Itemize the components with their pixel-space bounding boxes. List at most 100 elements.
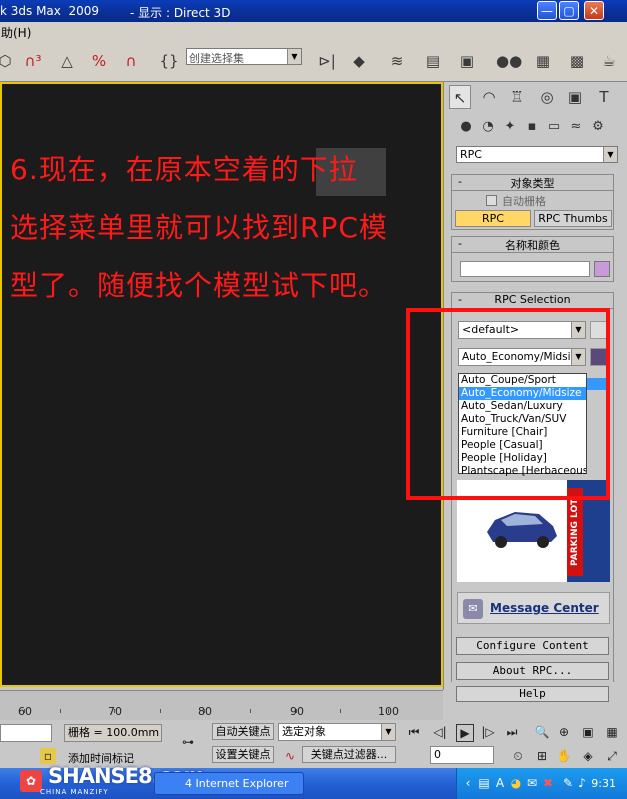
- prev-frame-icon[interactable]: ◁|: [432, 724, 448, 740]
- car-icon: [487, 512, 557, 548]
- pan-hand-icon[interactable]: ✋: [556, 748, 572, 764]
- render-setup-icon[interactable]: ▦: [532, 50, 554, 72]
- system-tray: ‹ ▤ A ◕ ✉ ✖ ✎ ♪ 9:31: [456, 768, 627, 799]
- message-center-label: Message Center: [490, 601, 599, 615]
- helpers-icon[interactable]: ▭: [544, 116, 564, 138]
- utilities-tab-icon[interactable]: T: [593, 85, 615, 109]
- zoom-extents-icon[interactable]: ▣: [580, 724, 596, 740]
- tray-volume-icon[interactable]: ♪: [575, 776, 589, 790]
- create-tab-icon[interactable]: ↖: [449, 85, 471, 109]
- configure-content-button[interactable]: Configure Content: [456, 637, 609, 655]
- auto-grid-label: 自动栅格: [502, 195, 546, 208]
- angle-snap-icon[interactable]: △: [56, 50, 78, 72]
- maximize-viewport-icon[interactable]: ⤢: [604, 748, 620, 764]
- mirror-icon[interactable]: ⊳|: [316, 50, 338, 72]
- named-selection-icon[interactable]: {}: [158, 50, 180, 72]
- timeline-label: 60: [18, 705, 32, 718]
- selection-set-placeholder: 创建选择集: [189, 52, 244, 65]
- layers-icon[interactable]: ≋: [386, 50, 408, 72]
- curve-editor-icon[interactable]: ▤: [422, 50, 444, 72]
- rpc-selection-header[interactable]: - RPC Selection: [452, 293, 613, 309]
- tray-antivirus-icon[interactable]: ✖: [541, 776, 555, 790]
- tray-network-icon[interactable]: ▤: [477, 776, 491, 790]
- close-button[interactable]: ✕: [584, 1, 604, 20]
- message-center-icon: ✉: [463, 599, 483, 619]
- taskbar-ie-button[interactable]: 4 Internet Explorer: [154, 772, 304, 795]
- selected-object-value: 选定对象: [282, 725, 326, 738]
- schematic-icon[interactable]: ▣: [456, 50, 478, 72]
- selection-set-dropdown[interactable]: 创建选择集 ▼: [186, 48, 302, 65]
- render-frame-icon[interactable]: ▩: [566, 50, 588, 72]
- restore-button[interactable]: ▢: [559, 1, 579, 20]
- select-icon[interactable]: ⬡: [0, 50, 16, 72]
- set-key-curve-icon[interactable]: ∿: [282, 748, 298, 764]
- spacewarps-icon[interactable]: ≈: [566, 116, 586, 138]
- display-tab-icon[interactable]: ▣: [564, 85, 586, 109]
- tutorial-line-3: 型了。随便找个模型试下吧。: [10, 269, 388, 302]
- play-icon[interactable]: ▶: [456, 724, 474, 742]
- prompt-field[interactable]: [0, 724, 52, 742]
- set-key-button[interactable]: 设置关键点: [212, 746, 274, 763]
- rpc-button[interactable]: RPC: [455, 210, 531, 227]
- object-type-header[interactable]: - 对象类型: [452, 175, 613, 191]
- auto-key-button[interactable]: 自动关键点: [212, 723, 274, 740]
- time-config-icon[interactable]: ⏲: [510, 748, 526, 764]
- orbit-icon[interactable]: ◈: [580, 748, 596, 764]
- selected-object-dropdown[interactable]: 选定对象 ▼: [278, 723, 396, 741]
- about-rpc-button[interactable]: About RPC...: [456, 662, 609, 680]
- timeline-ruler[interactable]: 60 70 80 90 100: [0, 690, 443, 723]
- zoom-extents-all-icon[interactable]: ▦: [604, 724, 620, 740]
- geometry-icon[interactable]: ●: [456, 116, 476, 138]
- key-filters-button[interactable]: 关键点过滤器...: [302, 746, 396, 763]
- object-name-field[interactable]: [460, 261, 590, 277]
- name-color-header[interactable]: - 名称和颜色: [452, 237, 613, 253]
- title-bar: k 3ds Max 2009 - 显示 : Direct 3D — ▢ ✕: [0, 0, 627, 22]
- shapes-icon[interactable]: ◔: [478, 116, 498, 138]
- magnet-3-icon[interactable]: ∩³: [22, 50, 44, 72]
- timeline-label: 90: [290, 705, 304, 718]
- current-frame-field[interactable]: 0: [430, 746, 494, 764]
- goto-end-icon[interactable]: ⏭: [504, 724, 520, 740]
- tutorial-line-2: 选择菜单里就可以找到RPC模: [10, 211, 388, 244]
- chevron-down-icon: ▼: [603, 147, 617, 162]
- windows-taskbar: ✿ SHANSE8.com CHINA MANZIFY 4 Internet E…: [0, 764, 627, 799]
- material-editor-icon[interactable]: ●●: [496, 50, 522, 72]
- perspective-viewport[interactable]: 6.现在，在原本空着的下拉 选择菜单里就可以找到RPC模 型了。随便找个模型试下…: [0, 82, 443, 687]
- hierarchy-tab-icon[interactable]: ♖: [506, 85, 528, 109]
- systems-icon[interactable]: ⚙: [588, 116, 608, 138]
- spinner-snap-icon[interactable]: ∩: [120, 50, 142, 72]
- tray-arrow-icon[interactable]: ‹: [461, 776, 475, 790]
- minimize-button[interactable]: —: [537, 1, 557, 20]
- timeline-label: 100: [378, 705, 399, 718]
- lights-icon[interactable]: ✦: [500, 116, 520, 138]
- modify-tab-icon[interactable]: ◠: [478, 85, 500, 109]
- auto-grid-checkbox[interactable]: [486, 195, 497, 206]
- zoom-icon[interactable]: 🔍: [534, 724, 550, 740]
- percent-snap-icon[interactable]: %: [88, 50, 110, 72]
- help-button[interactable]: Help: [456, 686, 609, 702]
- motion-tab-icon[interactable]: ◎: [536, 85, 558, 109]
- tray-autodesk-icon[interactable]: A: [493, 776, 507, 790]
- goto-start-icon[interactable]: ⏮: [406, 724, 422, 740]
- object-type-title: 对象类型: [510, 177, 555, 190]
- next-frame-icon[interactable]: |▷: [480, 724, 496, 740]
- timeline-label: 80: [198, 705, 212, 718]
- tray-app-icon[interactable]: ◕: [509, 776, 523, 790]
- quick-render-icon[interactable]: ☕: [598, 50, 620, 72]
- rpc-thumbs-button[interactable]: RPC Thumbs: [534, 210, 612, 227]
- category-dropdown[interactable]: RPC ▼: [456, 146, 618, 163]
- cameras-icon[interactable]: ▪: [522, 116, 542, 138]
- align-icon[interactable]: ◆: [348, 50, 370, 72]
- window-title: k 3ds Max 2009: [0, 4, 100, 18]
- logo-emblem-icon: ✿: [20, 770, 42, 792]
- zoom-all-icon[interactable]: ⊕: [556, 724, 572, 740]
- object-color-swatch[interactable]: [594, 261, 610, 277]
- menu-help[interactable]: 助(H): [1, 24, 31, 41]
- key-icon[interactable]: ⊶: [180, 734, 196, 750]
- chevron-down-icon: ▼: [287, 49, 301, 64]
- tray-tools-icon[interactable]: ✎: [561, 776, 575, 790]
- message-center-button[interactable]: ✉ Message Center: [457, 592, 610, 624]
- tray-security-icon[interactable]: ✉: [525, 776, 539, 790]
- field-of-view-icon[interactable]: ⊞: [534, 748, 550, 764]
- rpc-selection-title: RPC Selection: [494, 293, 571, 306]
